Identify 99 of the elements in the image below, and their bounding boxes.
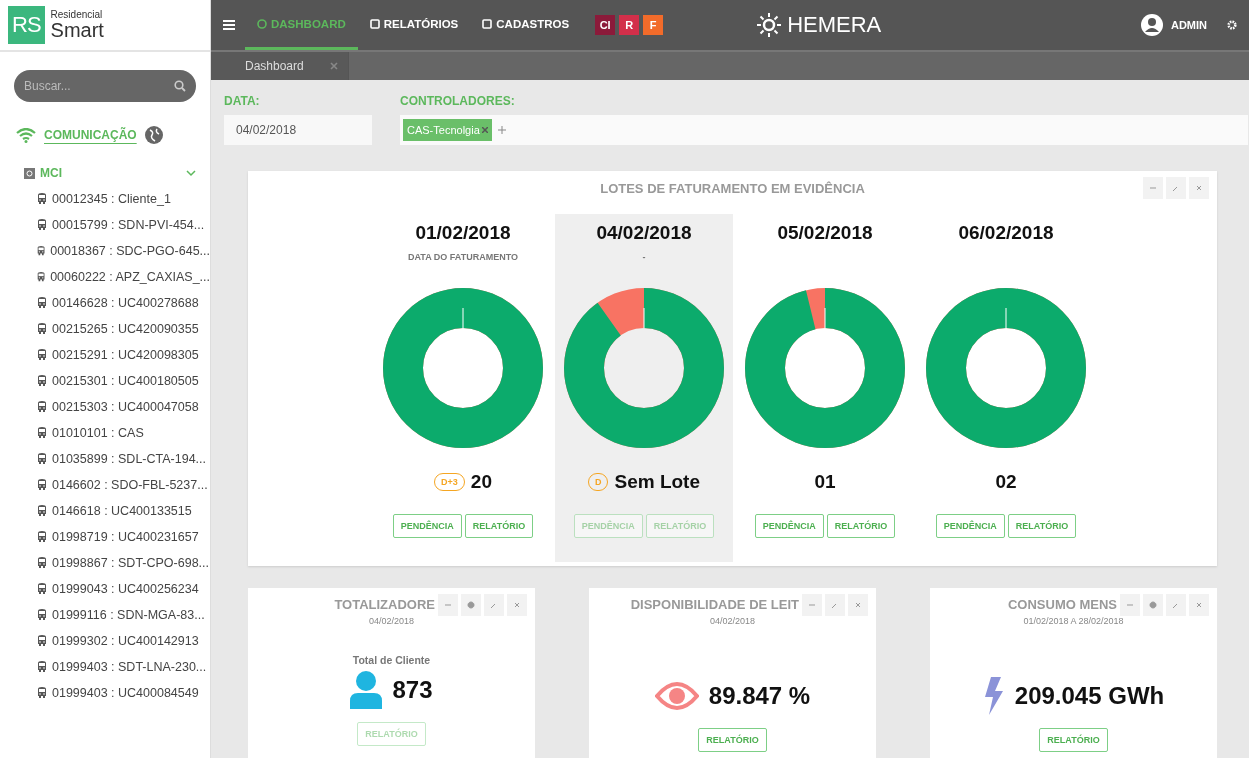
device-item[interactable]: 01035899 : SDL-CTA-194... — [36, 446, 210, 472]
device-item[interactable]: 00215265 : UC420090355 — [36, 316, 210, 342]
nav-tab[interactable]: RELATÓRIOS — [357, 0, 471, 50]
date-field[interactable]: 04/02/2018 — [224, 114, 372, 145]
lot-date: 04/02/2018 — [596, 221, 692, 244]
logo-text: Residencial — [50, 10, 104, 20]
close-icon[interactable] — [329, 61, 338, 70]
device-item[interactable]: 00146628 : UC400278688 — [36, 290, 210, 316]
bus-icon — [36, 583, 48, 595]
device-item[interactable]: 01999403 : UC400084549 — [36, 680, 210, 706]
bus-icon — [36, 271, 47, 283]
lot-value: 01 — [814, 470, 836, 493]
widget-title: DISPONIBILIDADE DE LEIT — [630, 597, 799, 612]
group-label: MCI — [40, 166, 63, 180]
device-item[interactable]: 00215303 : UC400047058 — [36, 394, 210, 420]
lot-subtitle: - — [642, 251, 646, 262]
widget-date: 01/02/2018 A 28/02/2018 — [1023, 616, 1124, 626]
lot-date: 06/02/2018 — [958, 221, 1054, 244]
bus-icon — [36, 453, 48, 465]
device-item[interactable]: 00012345 : Cliente_1 — [36, 186, 210, 212]
device-item[interactable]: 00018367 : SDC-PGO-645... — [36, 238, 210, 264]
lot-subtitle: DATA DO FATURAMENTO — [408, 251, 518, 262]
logo-text: Smart — [50, 20, 104, 40]
chip-icon — [24, 167, 35, 179]
product-name: HEMERA — [787, 12, 882, 38]
device-item[interactable]: 01999302 : UC400142913 — [36, 628, 210, 654]
panel-title: LOTES DE FATURAMENTO EM EVIDÊNCIA — [600, 179, 865, 196]
lightning-icon — [982, 677, 1005, 715]
bus-icon — [36, 323, 48, 335]
minimize-button[interactable] — [802, 594, 822, 616]
user-avatar-icon[interactable] — [1140, 14, 1163, 36]
close-icon[interactable] — [1194, 600, 1204, 610]
widget-value: 873 — [392, 676, 433, 704]
device-item[interactable]: 00060222 : APZ_CAXIAS_... — [36, 264, 210, 290]
widget-value: 209.045 GWh — [1014, 682, 1165, 710]
controllers-label: CONTROLADORES: — [400, 93, 516, 108]
close-icon[interactable] — [853, 600, 863, 610]
bus-icon — [36, 505, 48, 517]
device-item[interactable]: 01998867 : SDT-CPO-698... — [36, 550, 210, 576]
logo-mark: RS — [8, 6, 45, 44]
bus-icon — [36, 219, 48, 231]
minimize-button[interactable] — [1143, 176, 1163, 199]
user-name[interactable]: ADMIN — [1170, 19, 1207, 31]
bus-icon — [36, 557, 48, 569]
search-field[interactable]: Buscar... — [14, 70, 196, 102]
bus-icon — [36, 479, 48, 491]
widget-caption: Total de Cliente — [352, 654, 431, 666]
lot-value: 02 — [995, 470, 1017, 493]
nav-tab[interactable]: CADASTROS — [470, 0, 582, 50]
bus-icon — [36, 375, 48, 387]
globe-icon[interactable] — [144, 126, 163, 144]
lot-date: 01/02/2018 — [415, 221, 511, 244]
lot-date: 05/02/2018 — [777, 221, 873, 244]
lot-value: Sem Lote — [614, 470, 700, 493]
app-shortcut[interactable]: CI — [595, 15, 616, 35]
widget-title: CONSUMO MENS — [1007, 597, 1117, 612]
plus-icon[interactable] — [497, 125, 506, 134]
widget-date: 04/02/2018 — [368, 616, 414, 626]
bus-icon — [36, 401, 48, 413]
device-item[interactable]: 00215291 : UC420098305 — [36, 342, 210, 368]
page-tab[interactable]: Dashboard — [211, 52, 349, 80]
widget-value: 89.847 % — [708, 682, 811, 710]
search-icon[interactable] — [174, 80, 186, 92]
settings-button[interactable] — [1143, 594, 1163, 616]
chevron-icon[interactable] — [186, 169, 196, 177]
sun-icon — [757, 13, 782, 37]
device-item[interactable]: 0146602 : SDO-FBL-5237... — [36, 472, 210, 498]
menu-icon[interactable] — [223, 20, 235, 30]
device-item[interactable]: 0146618 : UC400133515 — [36, 498, 210, 524]
person-icon — [350, 671, 383, 709]
device-item[interactable]: 01998719 : UC400231657 — [36, 524, 210, 550]
device-item[interactable]: 01999043 : UC400256234 — [36, 576, 210, 602]
bus-icon — [36, 661, 48, 673]
minimize-button[interactable] — [438, 594, 458, 616]
widget-title: TOTALIZADORE — [334, 597, 435, 612]
bus-icon — [36, 349, 48, 361]
device-item[interactable]: 00215301 : UC400180505 — [36, 368, 210, 394]
lot-value: 20 — [470, 470, 492, 493]
close-icon[interactable] — [512, 600, 522, 610]
bus-icon — [36, 193, 48, 205]
bus-icon — [36, 531, 48, 543]
bus-icon — [36, 687, 48, 699]
app-shortcut[interactable]: R — [619, 15, 640, 35]
minimize-button[interactable] — [1120, 594, 1140, 616]
device-item[interactable]: 01010101 : CAS — [36, 420, 210, 446]
wifi-icon — [16, 127, 36, 143]
eye-icon — [654, 682, 699, 710]
date-label: DATA: — [224, 93, 261, 108]
device-item[interactable]: 01999116 : SDN-MGA-83... — [36, 602, 210, 628]
bus-icon — [36, 427, 48, 439]
widget-date: 04/02/2018 — [709, 616, 755, 626]
settings-icon[interactable] — [1227, 20, 1237, 30]
close-icon[interactable] — [481, 126, 488, 133]
device-item[interactable]: 00015799 : SDN-PVI-454... — [36, 212, 210, 238]
bus-icon — [36, 297, 48, 309]
bus-icon — [36, 245, 47, 257]
device-item[interactable]: 01999403 : SDT-LNA-230... — [36, 654, 210, 680]
bus-icon — [36, 609, 48, 621]
bus-icon — [36, 635, 48, 647]
